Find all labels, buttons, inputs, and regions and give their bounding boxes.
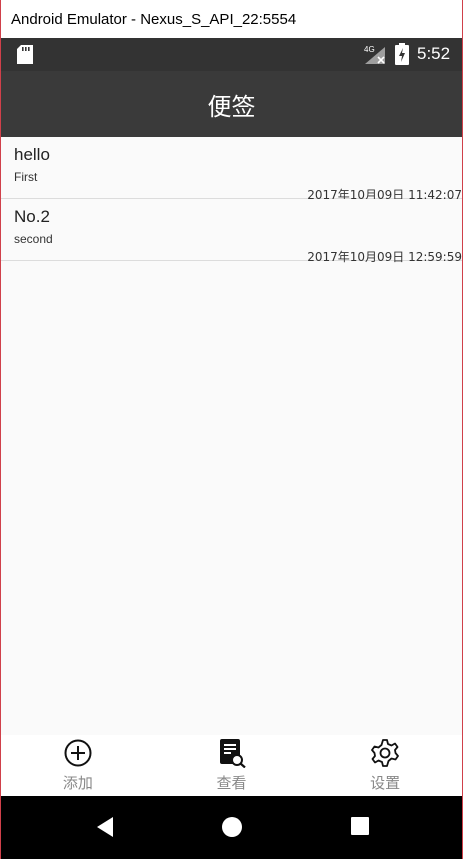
system-nav-bar xyxy=(1,796,462,859)
back-icon[interactable] xyxy=(95,816,115,838)
note-title: hello xyxy=(14,145,50,164)
gear-icon xyxy=(371,739,400,767)
status-clock: 5:52 xyxy=(417,44,451,63)
recents-icon[interactable] xyxy=(350,816,370,836)
note-subtitle: second xyxy=(14,232,53,246)
window-titlebar: Android Emulator - Nexus_S_API_22:5554 xyxy=(1,0,462,38)
nav-view-label: 查看 xyxy=(216,774,247,792)
status-bar: 4G 5:52 xyxy=(1,38,462,71)
sd-card-icon xyxy=(17,45,33,64)
note-subtitle: First xyxy=(14,170,38,184)
nav-settings-button[interactable]: 设置 xyxy=(308,735,462,796)
nav-settings-label: 设置 xyxy=(370,774,401,792)
nav-add-button[interactable]: 添加 xyxy=(1,735,155,796)
app-bar: 便签 xyxy=(1,71,462,137)
search-document-icon xyxy=(219,739,246,768)
list-item[interactable]: hello First 2017年10月09日 11:42:07 xyxy=(1,137,462,202)
list-item[interactable]: No.2 second 2017年10月09日 12:59:59 xyxy=(1,199,462,264)
emulator-window: Android Emulator - Nexus_S_API_22:5554 4… xyxy=(0,0,463,859)
window-title: Android Emulator - Nexus_S_API_22:5554 xyxy=(11,10,297,28)
network-type-label: 4G xyxy=(364,45,375,54)
nav-view-button[interactable]: 查看 xyxy=(155,735,309,796)
nav-add-label: 添加 xyxy=(62,774,93,792)
notes-list: hello First 2017年10月09日 11:42:07 No.2 se… xyxy=(1,137,462,264)
page-title: 便签 xyxy=(207,92,256,121)
note-title: No.2 xyxy=(14,207,50,226)
add-circle-icon xyxy=(64,739,92,767)
home-icon[interactable] xyxy=(221,816,243,838)
battery-charging-icon xyxy=(395,43,409,65)
cell-signal-icon: 4G xyxy=(364,45,385,64)
bottom-nav: 添加 查看 设置 xyxy=(1,735,462,796)
note-timestamp: 2017年10月09日 12:59:59 xyxy=(307,250,462,264)
